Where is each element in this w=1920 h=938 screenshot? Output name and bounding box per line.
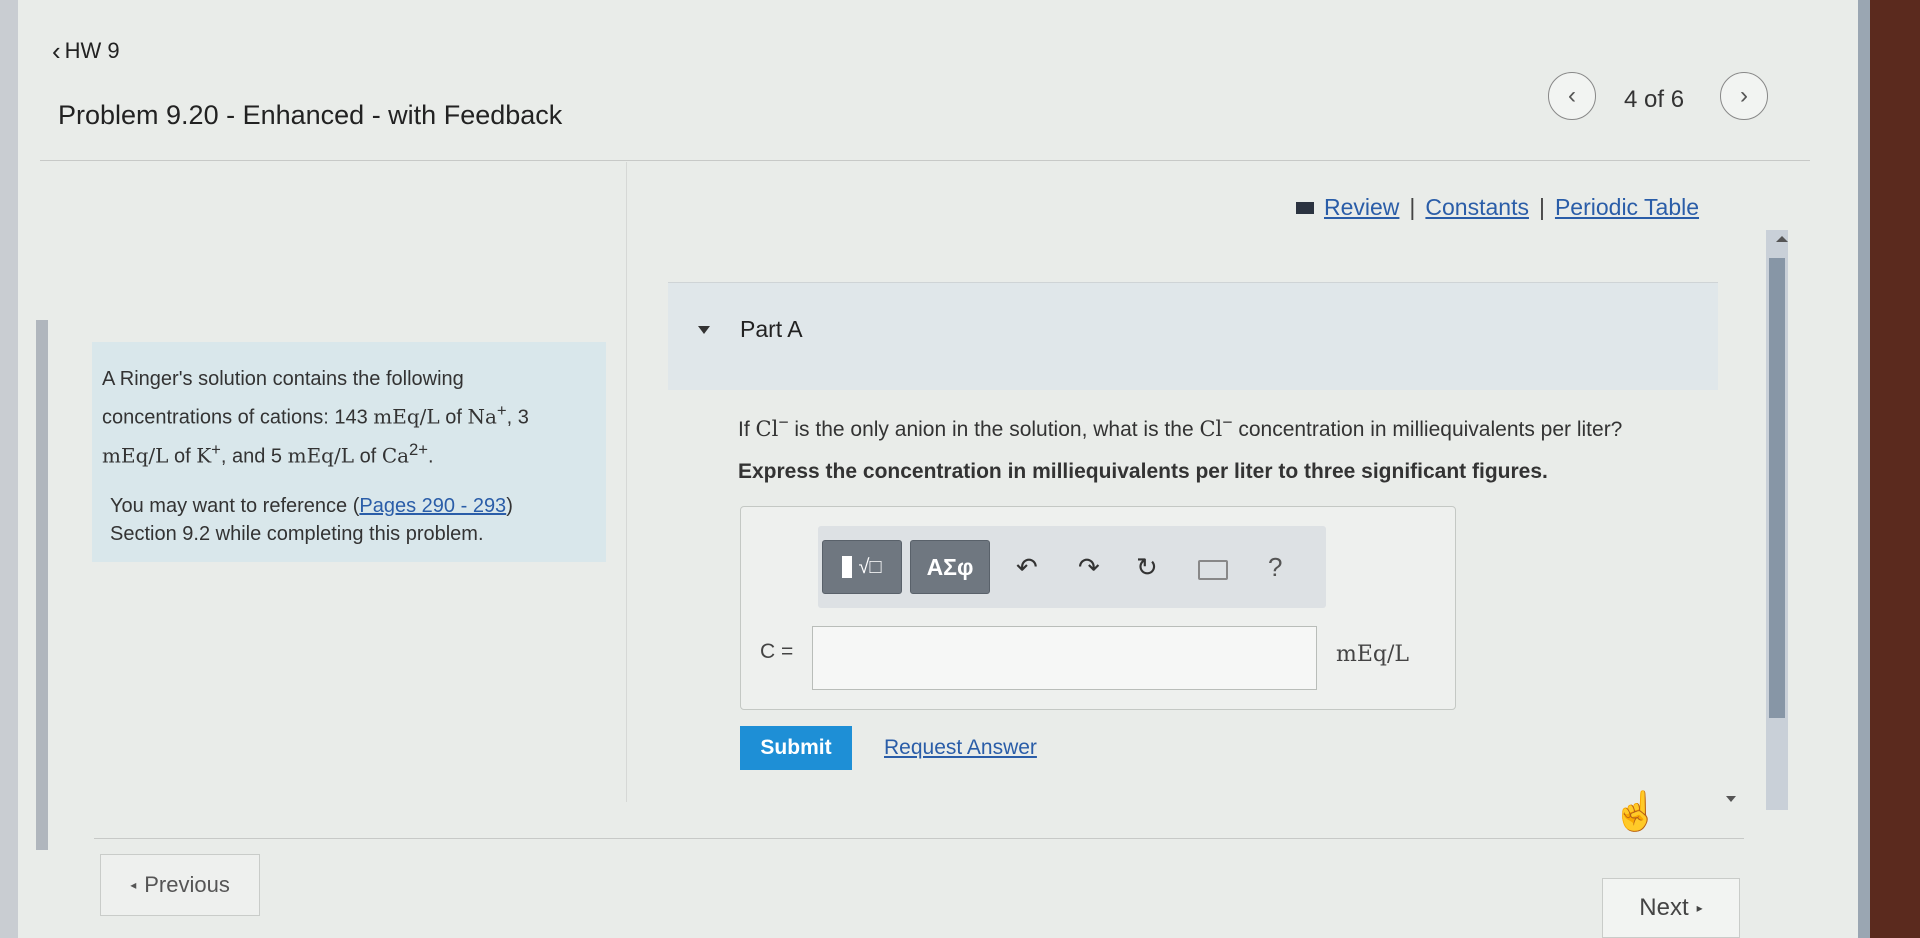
redo-icon[interactable]: ↷ bbox=[1078, 552, 1100, 583]
undo-icon[interactable]: ↶ bbox=[1016, 552, 1038, 583]
triangle-right-icon: ▸ bbox=[1696, 901, 1703, 915]
variable-label: C = bbox=[760, 640, 794, 663]
header-divider bbox=[40, 160, 1810, 161]
context-text: A Ringer's solution contains the followi… bbox=[102, 368, 529, 468]
instruction-text: Express the concentration in milliequiva… bbox=[738, 460, 1548, 483]
submit-button[interactable]: Submit bbox=[740, 726, 852, 770]
chevron-left-icon: ‹ bbox=[1568, 82, 1576, 109]
scroll-down-arrow-icon[interactable] bbox=[1726, 796, 1736, 802]
part-a-header[interactable] bbox=[668, 282, 1718, 390]
pages-reference-link[interactable]: Pages 290 - 293 bbox=[359, 495, 506, 517]
review-link[interactable]: Review bbox=[1324, 194, 1399, 221]
part-a-label: Part A bbox=[740, 316, 803, 342]
reference-text: You may want to reference (Pages 290 - 2… bbox=[110, 495, 513, 546]
problem-context: A Ringer's solution contains the followi… bbox=[92, 342, 606, 562]
symbols-button[interactable]: ΑΣφ bbox=[910, 540, 990, 594]
next-problem-button[interactable]: › bbox=[1720, 72, 1768, 120]
answer-unit: mEq/L bbox=[1336, 642, 1410, 667]
help-button[interactable]: ? bbox=[1268, 552, 1282, 583]
book-icon bbox=[1296, 201, 1314, 214]
separator: | bbox=[1409, 194, 1416, 220]
left-scroll-bar bbox=[36, 320, 48, 850]
previous-button[interactable]: ◂ Previous bbox=[100, 854, 260, 916]
scrollbar-thumb[interactable] bbox=[1769, 258, 1785, 718]
resource-links: Review | Constants | Periodic Table bbox=[1296, 194, 1699, 221]
column-divider bbox=[626, 162, 627, 802]
hand-cursor-icon: ☝ bbox=[1612, 791, 1660, 833]
periodic-table-link[interactable]: Periodic Table bbox=[1555, 194, 1699, 221]
footer-divider bbox=[94, 838, 1744, 839]
chevron-right-icon: › bbox=[1740, 82, 1748, 109]
previous-problem-button[interactable]: ‹ bbox=[1548, 72, 1596, 120]
question-text: If Cl− is the only anion in the solution… bbox=[738, 412, 1623, 441]
request-answer-link[interactable]: Request Answer bbox=[884, 736, 1037, 760]
reset-icon[interactable]: ↻ bbox=[1136, 552, 1158, 583]
chevron-left-icon: ‹ bbox=[52, 36, 61, 66]
separator: | bbox=[1538, 194, 1545, 220]
next-button[interactable]: Next ▸ bbox=[1602, 878, 1740, 938]
answer-input[interactable] bbox=[812, 626, 1317, 690]
vertical-scrollbar[interactable] bbox=[1766, 230, 1788, 810]
keyboard-icon[interactable] bbox=[1198, 560, 1228, 580]
back-label: HW 9 bbox=[64, 38, 120, 63]
constants-link[interactable]: Constants bbox=[1425, 194, 1529, 221]
collapse-triangle-icon[interactable] bbox=[698, 326, 710, 334]
back-to-assignment-link[interactable]: ‹ HW 9 bbox=[52, 38, 120, 64]
templates-icon bbox=[842, 556, 853, 578]
problem-title: Problem 9.20 - Enhanced - with Feedback bbox=[58, 100, 563, 130]
page-count: 4 of 6 bbox=[1624, 86, 1685, 113]
triangle-left-icon: ◂ bbox=[130, 878, 137, 892]
right-background bbox=[1870, 0, 1920, 938]
scroll-up-arrow-icon[interactable] bbox=[1776, 236, 1788, 242]
templates-button[interactable]: √□ bbox=[822, 540, 902, 594]
